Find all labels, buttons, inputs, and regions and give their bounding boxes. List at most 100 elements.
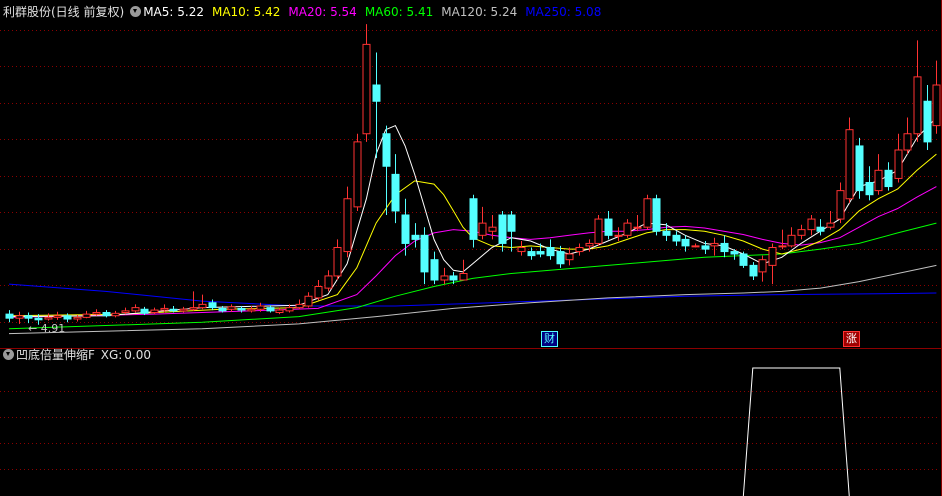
candle [420, 227, 429, 285]
candle [778, 229, 787, 250]
candle [865, 166, 874, 201]
candle [430, 251, 439, 285]
candle-body [507, 214, 516, 232]
ma250-line [8, 283, 937, 307]
candle-body [536, 251, 545, 255]
indicator-title: 凹底倍量伸缩F [16, 348, 95, 362]
candle-body [575, 247, 584, 253]
xg-label: XG: [100, 348, 123, 362]
candle-body [285, 307, 294, 312]
candle [324, 270, 333, 292]
ma-legend-ma10: MA10: 5.42 [211, 5, 281, 19]
candle-body [874, 169, 883, 192]
candle-body [63, 315, 72, 320]
candle-body [836, 190, 845, 220]
candle-body [633, 226, 642, 229]
candle [758, 255, 767, 282]
candle-body [15, 315, 24, 319]
candle [623, 219, 632, 238]
candle-body [720, 242, 729, 253]
candle-body [932, 84, 941, 127]
candle-body [585, 242, 594, 247]
candlesticks [5, 24, 941, 325]
ma120-line [8, 264, 937, 335]
candle-body [758, 259, 767, 273]
candle-body [478, 222, 487, 236]
dropdown-icon[interactable] [130, 6, 142, 17]
sub-legend: 凹底倍量伸缩F XG: 0.00 [0, 345, 153, 365]
candle [343, 186, 352, 258]
candle [469, 194, 478, 248]
candle-body [314, 286, 323, 299]
candle-body [643, 198, 652, 228]
candle [304, 292, 313, 308]
xg-value: 0.00 [124, 348, 152, 362]
candle [797, 224, 806, 240]
candle [478, 206, 487, 240]
candle [536, 243, 545, 258]
candle [720, 235, 729, 258]
candle-body [614, 234, 623, 237]
candle-body [710, 242, 719, 247]
candle [333, 239, 342, 280]
candle-body [865, 182, 874, 196]
candle [507, 210, 516, 252]
candle [575, 243, 584, 256]
candle [826, 210, 835, 230]
candle [787, 227, 796, 248]
candle-body [324, 275, 333, 289]
ma-legend-ma20: MA20: 5.54 [288, 5, 357, 19]
candle [546, 239, 555, 260]
candle-body [517, 247, 526, 253]
candle-body [604, 218, 613, 236]
candle [884, 162, 893, 191]
candle [749, 262, 758, 280]
candle-body [24, 315, 33, 319]
candle [372, 52, 381, 159]
candle [82, 310, 91, 319]
candle-body [913, 76, 922, 135]
ma-legend-ma60: MA60: 5.41 [364, 5, 434, 19]
candle [807, 215, 816, 236]
ma-legend-items: MA5: 5.22 MA10: 5.42 MA20: 5.54 MA60: 5.41 M… [143, 5, 609, 19]
candle [913, 40, 922, 142]
candle-body [391, 173, 400, 212]
candle-body [5, 313, 14, 319]
candle [353, 133, 362, 211]
candle-body [701, 245, 710, 250]
candle [440, 267, 449, 285]
candle-body [266, 307, 275, 312]
candle [855, 137, 864, 199]
badge-zhang[interactable]: 涨 [843, 331, 860, 347]
candle [903, 117, 912, 155]
candle-body [691, 245, 700, 248]
candle [198, 294, 207, 310]
candle [411, 223, 420, 248]
candle-body [816, 226, 825, 232]
candle-body [362, 43, 371, 135]
candle-body [92, 312, 101, 315]
candle [594, 215, 603, 246]
candle [652, 194, 661, 236]
candle [874, 154, 883, 195]
dropdown-icon[interactable] [3, 349, 14, 360]
candle-body [304, 295, 313, 307]
candle [527, 247, 536, 260]
candle-body [749, 264, 758, 277]
candle-body [855, 145, 864, 192]
candle-body [449, 275, 458, 281]
sub-grid [0, 391, 940, 470]
candle [932, 60, 941, 134]
candle-body [797, 229, 806, 236]
candle-body [565, 253, 574, 261]
candle-body [295, 303, 304, 309]
candle [391, 154, 400, 224]
candle-body [208, 302, 217, 309]
candle-body [333, 247, 342, 277]
candle-body [44, 316, 53, 320]
candle [401, 198, 410, 256]
candle [681, 235, 690, 252]
candle-body [488, 226, 497, 232]
candle-body [189, 307, 198, 310]
badge-cai[interactable]: 财 [541, 331, 558, 347]
